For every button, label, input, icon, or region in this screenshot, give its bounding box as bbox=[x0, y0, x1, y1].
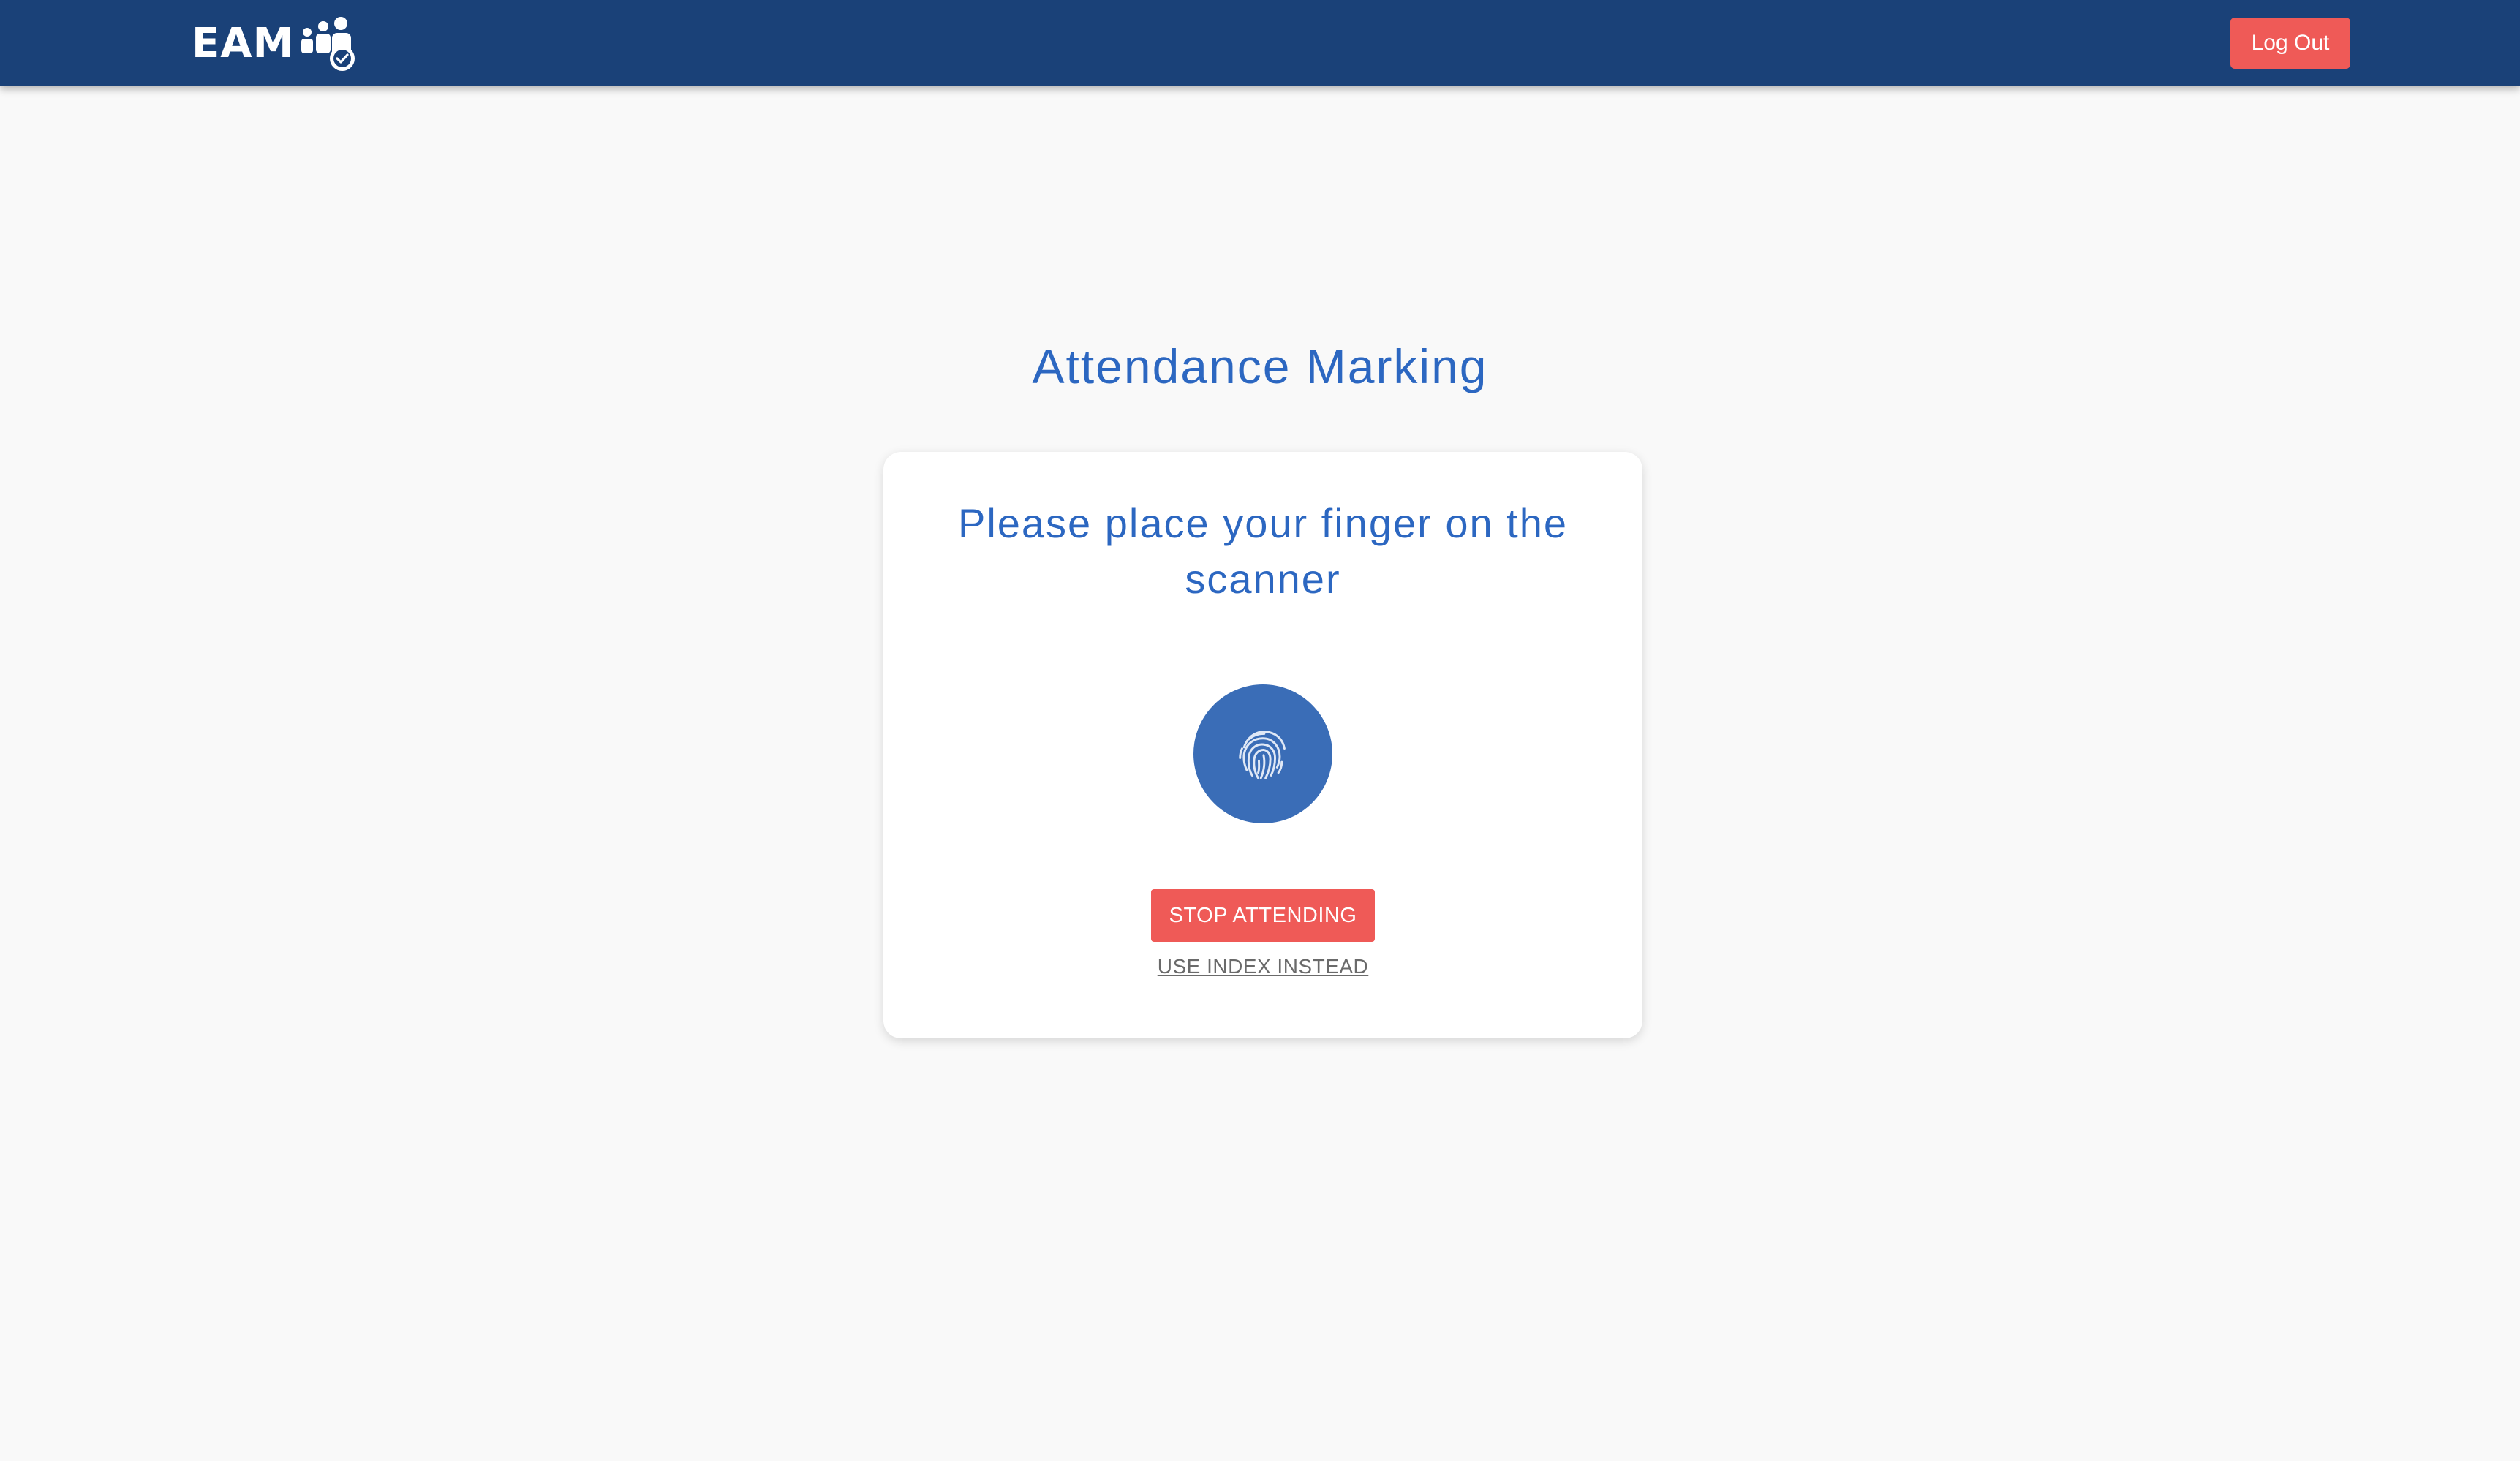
top-navbar: EAM Log Out bbox=[0, 0, 2520, 86]
fingerprint-icon bbox=[1239, 730, 1286, 779]
use-index-instead-link[interactable]: USE INDEX INSTEAD bbox=[883, 955, 1642, 978]
group-check-icon bbox=[301, 17, 355, 71]
fingerprint-scanner bbox=[1193, 684, 1332, 823]
scan-instruction: Please place your finger on the scanner bbox=[957, 500, 1569, 602]
scanner-card: Please place your finger on the scanner … bbox=[883, 452, 1642, 1038]
page-title: Attendance Marking bbox=[1032, 339, 1488, 393]
stop-attending-button[interactable]: STOP ATTENDING bbox=[1151, 889, 1375, 942]
logo-text: EAM bbox=[192, 20, 295, 67]
app-logo[interactable]: EAM bbox=[192, 15, 357, 73]
logout-button[interactable]: Log Out bbox=[2230, 18, 2350, 69]
